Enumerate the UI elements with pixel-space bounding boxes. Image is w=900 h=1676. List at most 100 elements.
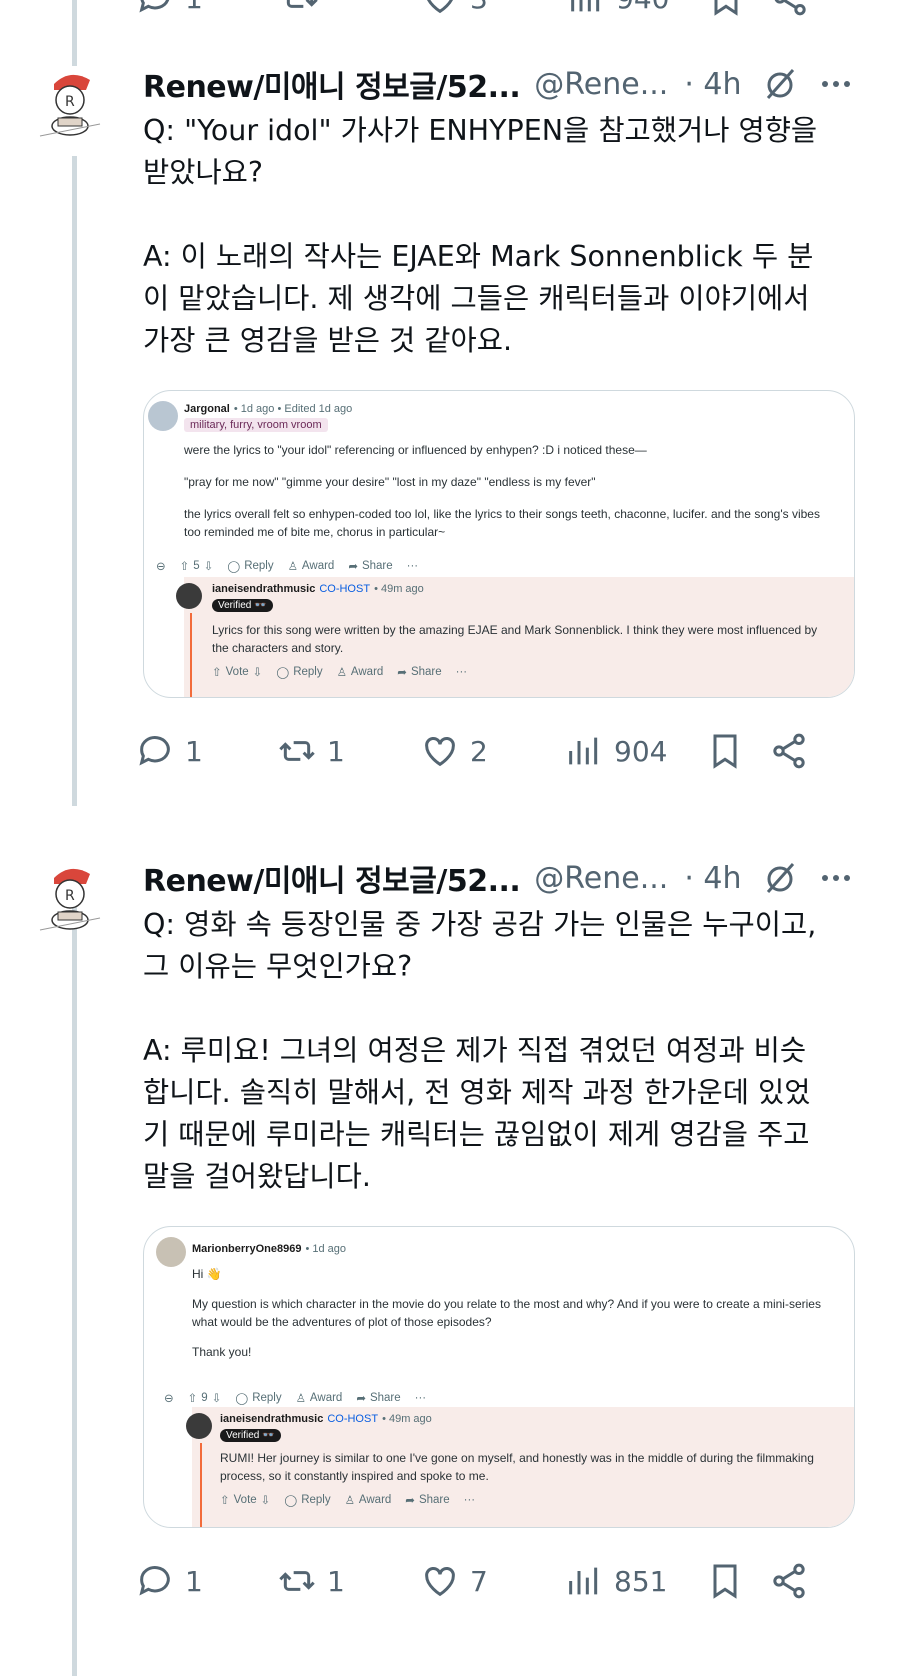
- reply-action: ◯ Reply: [235, 1392, 282, 1405]
- reply-button[interactable]: 1: [135, 731, 203, 771]
- views-count: 851: [614, 1564, 668, 1598]
- like-icon: [425, 1567, 455, 1597]
- comment-paragraph: Hi 👋: [192, 1267, 222, 1281]
- views-button[interactable]: 904: [564, 731, 667, 771]
- vote-count: 9: [201, 1392, 208, 1404]
- share-button[interactable]: [769, 1561, 809, 1601]
- retweet-button[interactable]: [280, 0, 320, 18]
- host-reply: ianeisendrathmusic CO-HOST • 49m ago Verif…: [186, 1407, 854, 1527]
- tweet-actions: 1 1 7 851: [139, 1556, 863, 1606]
- reply-count: 1: [185, 734, 203, 768]
- retweet-button[interactable]: 1: [277, 731, 345, 771]
- views-button[interactable]: 851: [564, 1561, 667, 1601]
- timestamp[interactable]: · 4h: [684, 861, 741, 896]
- grok-icon[interactable]: [760, 858, 800, 898]
- retweet-icon: [279, 741, 315, 761]
- like-icon: [427, 0, 453, 14]
- share-label: Share: [361, 560, 393, 572]
- vote-label: Vote: [225, 666, 249, 678]
- embedded-image-card[interactable]: Jargonal • 1d ago • Edited 1d ago militar…: [143, 390, 855, 698]
- views-count: 940: [616, 0, 669, 15]
- views-button[interactable]: 940: [566, 0, 669, 18]
- user-handle[interactable]: @Rene...: [534, 67, 668, 102]
- views-icon: [569, 737, 598, 765]
- share-action: ➦ Share: [348, 560, 393, 573]
- reply-label: Reply: [244, 560, 274, 572]
- share-button[interactable]: [770, 0, 810, 18]
- comment-meta: • 1d ago: [305, 1243, 346, 1255]
- svg-text:R: R: [65, 888, 75, 904]
- avatar[interactable]: R: [30, 860, 110, 940]
- bookmark-button[interactable]: [706, 0, 746, 18]
- comment-meta: • 1d ago • Edited 1d ago: [233, 403, 353, 415]
- vote-action: ⇧ Vote ⇩: [220, 1494, 271, 1507]
- more-action: ···: [463, 1494, 476, 1506]
- vote-control: ⇧ 9 ⇩: [187, 1392, 222, 1405]
- previous-tweet-actions: 1 3 940: [0, 0, 900, 18]
- more-action: ···: [455, 666, 468, 678]
- comment-author: Jargonal: [184, 403, 230, 415]
- host-avatar: [186, 1413, 212, 1439]
- commenter-avatar: [156, 1237, 186, 1267]
- retweet-button[interactable]: 1: [277, 1561, 345, 1601]
- comment-paragraph: Thank you!: [192, 1345, 252, 1359]
- embedded-image-card[interactable]: MarionberryOne8969 • 1d ago Hi 👋 My quest…: [143, 1226, 855, 1528]
- reply-action: ◯ Reply: [284, 1494, 331, 1507]
- host-time: • 49m ago: [374, 583, 424, 595]
- like-button[interactable]: 7: [420, 1561, 488, 1601]
- like-button[interactable]: 3: [420, 0, 488, 18]
- award-action: ♙ Award: [295, 1392, 343, 1405]
- award-label: Award: [350, 666, 384, 678]
- retweet-icon: [279, 1571, 315, 1591]
- tweet-text: Q: 영화 속 등장인물 중 가장 공감 가는 인물은 누구이고, 그 이유는 …: [143, 908, 817, 1193]
- award-label: Award: [301, 560, 335, 572]
- avatar[interactable]: R: [30, 66, 110, 146]
- bookmark-icon: [713, 734, 737, 769]
- collapse-icon: ⊖: [156, 561, 166, 573]
- award-action: ♙ Award: [287, 560, 335, 573]
- reply-icon: [139, 1566, 170, 1596]
- thread-indicator: [200, 1443, 202, 1527]
- views-icon: [569, 1567, 598, 1595]
- host-avatar: [176, 583, 202, 609]
- award-action: ♙ Award: [336, 666, 384, 679]
- host-author: ianeisendrathmusic: [212, 583, 316, 595]
- like-button[interactable]: 2: [420, 731, 488, 771]
- vote-control: ⇧ 5 ⇩: [179, 560, 214, 573]
- share-label: Share: [369, 1392, 401, 1404]
- reply-button[interactable]: 1: [135, 1561, 203, 1601]
- reply-count: 1: [185, 1564, 203, 1598]
- reply-button[interactable]: 1: [135, 0, 203, 18]
- grok-icon[interactable]: [760, 64, 800, 104]
- bookmark-button[interactable]: [705, 1561, 745, 1601]
- like-count: 7: [470, 1564, 488, 1598]
- display-name[interactable]: Renew/미애니 정보글/52...: [143, 856, 521, 900]
- like-icon: [425, 737, 455, 767]
- host-reply-text: Lyrics for this song were written by the…: [212, 623, 818, 655]
- cohost-tag: CO-HOST: [327, 1413, 379, 1425]
- thread-line: [72, 156, 77, 806]
- vote-label: Vote: [233, 1494, 257, 1506]
- reply-icon: [139, 736, 170, 766]
- comment-author: MarionberryOne8969: [192, 1243, 302, 1255]
- share-button[interactable]: [769, 731, 809, 771]
- bookmark-icon: [714, 0, 738, 16]
- share-label: Share: [410, 666, 442, 678]
- user-handle[interactable]: @Rene...: [534, 861, 668, 896]
- reply-label: Reply: [301, 1494, 331, 1506]
- timestamp[interactable]: · 4h: [684, 67, 741, 102]
- verified-badge: Verified 👓: [220, 1429, 281, 1442]
- more-icon[interactable]: [816, 858, 856, 898]
- host-time: • 49m ago: [382, 1413, 432, 1425]
- more-icon[interactable]: [816, 64, 856, 104]
- tweet-text: Q: "Your idol" 가사가 ENHYPEN을 참고했거나 영향을 받았…: [143, 114, 818, 357]
- bookmark-button[interactable]: [705, 731, 745, 771]
- reply-icon: [139, 0, 170, 13]
- share-action: ➦ Share: [397, 666, 442, 679]
- user-flair: military, furry, vroom vroom: [184, 418, 328, 432]
- display-name[interactable]: Renew/미애니 정보글/52...: [143, 62, 521, 106]
- vote-action: ⇧ Vote ⇩: [212, 666, 263, 679]
- views-count: 904: [614, 734, 668, 768]
- comment-paragraph: the lyrics overall felt so enhypen-coded…: [184, 507, 820, 539]
- retweet-count: 1: [327, 1564, 345, 1598]
